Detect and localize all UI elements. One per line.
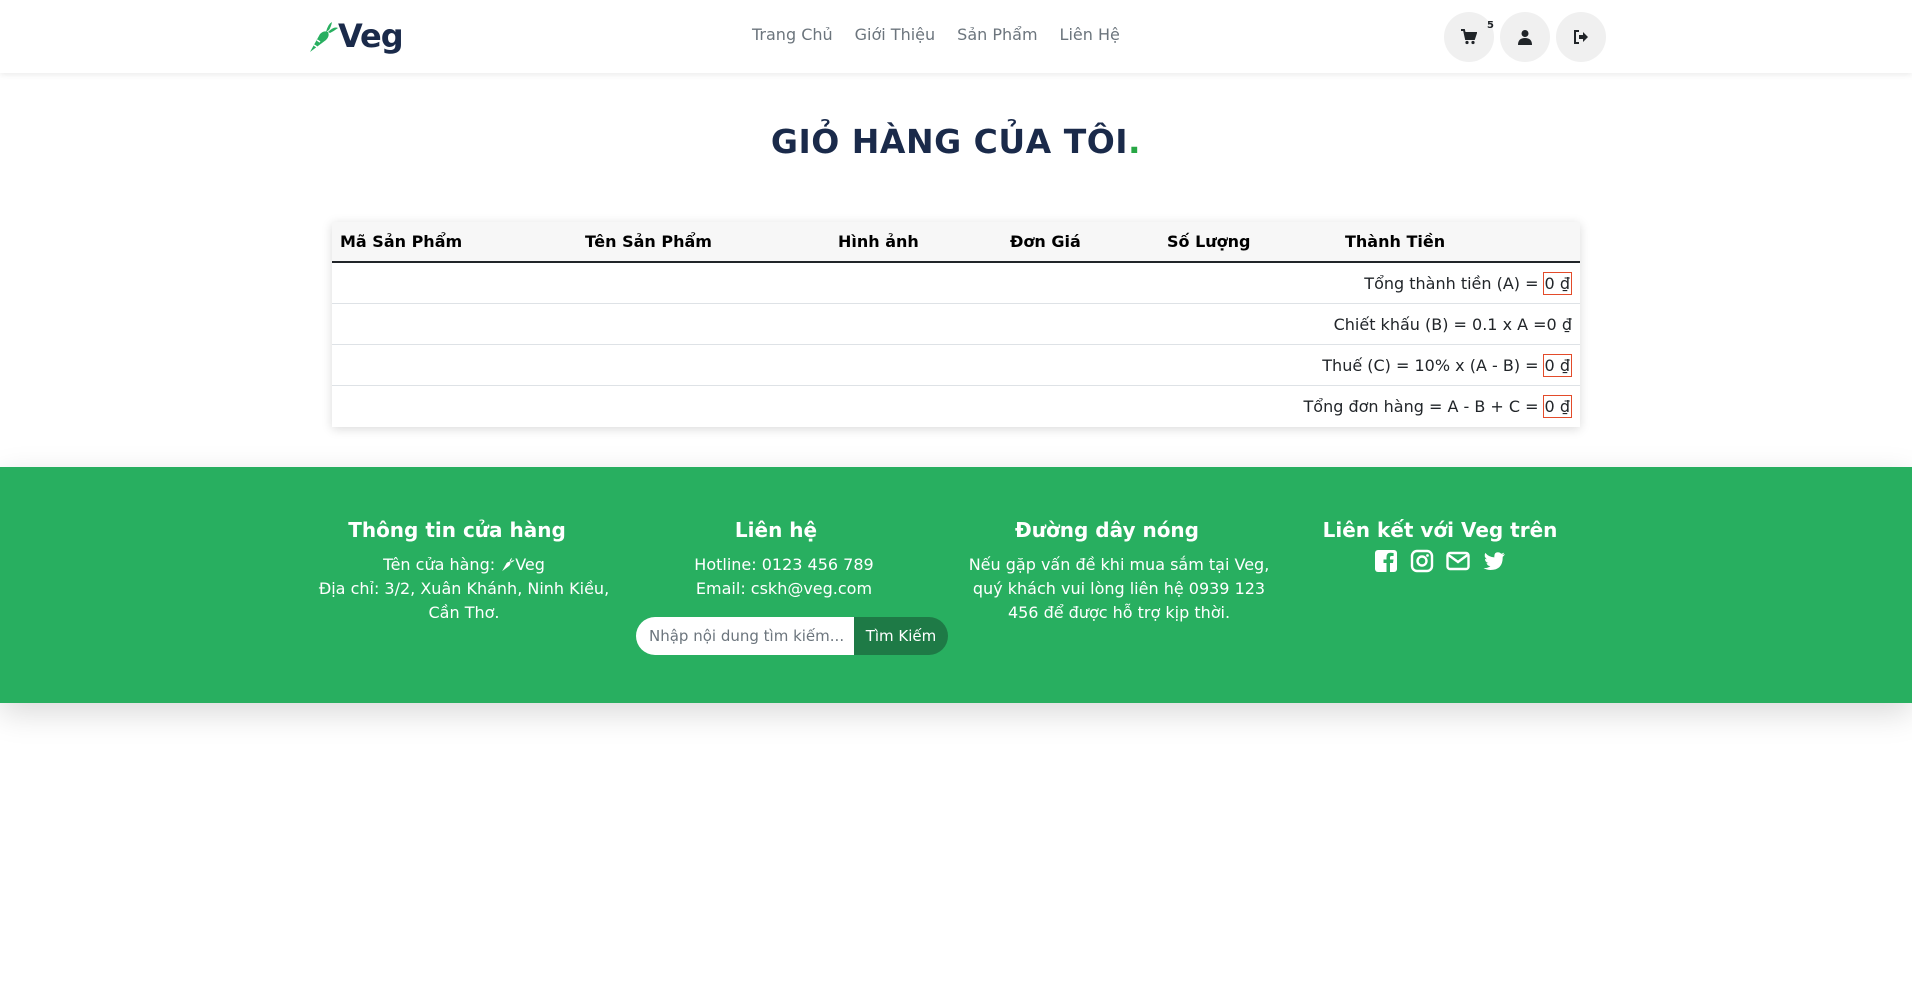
subtotal-row: Tổng thành tiền (A) = 0 ₫: [332, 263, 1580, 304]
subtotal-value: 0 ₫: [1542, 271, 1572, 295]
column-header-product-code: Mã Sản Phẩm: [340, 232, 463, 251]
column-header-quantity: Số Lượng: [1167, 232, 1251, 251]
total-label: Tổng đơn hàng = A - B + C =: [1303, 397, 1539, 416]
site-footer: Thông tin cửa hàng Tên cửa hàng: Veg Địa…: [0, 467, 1912, 703]
footer-store-heading: Thông tin cửa hàng: [348, 518, 566, 542]
logout-button[interactable]: [1556, 12, 1606, 62]
page-title: GIỎ HÀNG CỦA TÔI.: [0, 122, 1912, 161]
cart-button[interactable]: 5: [1444, 12, 1494, 62]
footer-hotline-text: Nếu gặp vấn đề khi mua sắm tại Veg, quý …: [968, 555, 1270, 622]
tax-label: Thuế (C) = 10% x (A - B) =: [1322, 355, 1539, 375]
site-header: Veg Trang Chủ Giới Thiệu Sản Phẩm Liên H…: [0, 0, 1912, 73]
cart-table: Mã Sản Phẩm Tên Sản Phẩm Hình ảnh Đơn Gi…: [332, 222, 1580, 427]
account-button[interactable]: [1500, 12, 1550, 62]
footer-search: Tìm Kiếm: [636, 617, 948, 655]
column-header-amount: Thành Tiền: [1345, 232, 1446, 251]
carrot-logo-icon: [310, 22, 338, 52]
discount-row: Chiết khấu (B) = 0.1 x A =0 ₫: [332, 304, 1580, 345]
footer-email[interactable]: Email: cskh@veg.com: [636, 577, 932, 601]
column-header-unit-price: Đơn Giá: [1010, 232, 1081, 251]
page-title-text: GIỎ HÀNG CỦA TÔI: [770, 122, 1129, 161]
nav-item-products[interactable]: Sản Phẩm: [957, 25, 1037, 44]
total-row: Tổng đơn hàng = A - B + C = 0 ₫: [332, 386, 1580, 427]
nav-item-home[interactable]: Trang Chủ: [752, 25, 833, 44]
footer-contact: Liên hệ Hotline: 0123 456 789 Email: csk…: [636, 517, 932, 601]
tax-row: Thuế (C) = 10% x (A - B) = 0 ₫: [332, 345, 1580, 386]
page-title-dot: .: [1128, 122, 1142, 161]
total-value: 0 ₫: [1542, 395, 1572, 418]
cart-count-badge: 5: [1487, 20, 1494, 31]
search-input[interactable]: [636, 617, 854, 655]
logout-icon: [1574, 30, 1588, 44]
footer-social-heading: Liên kết với Veg trên: [1322, 518, 1558, 542]
subtotal-label: Tổng thành tiền (A) =: [1364, 273, 1539, 293]
user-icon: [1518, 30, 1532, 45]
footer-contact-heading: Liên hệ: [734, 518, 818, 542]
footer-hotline-info: Đường dây nóng Nếu gặp vấn đề khi mua sắ…: [964, 517, 1274, 625]
column-header-product-name: Tên Sản Phẩm: [585, 232, 712, 251]
cart-icon: [1461, 29, 1477, 45]
footer-hotline-heading: Đường dây nóng: [1015, 518, 1199, 542]
store-name-value: Veg: [515, 555, 545, 574]
footer-store-name: Tên cửa hàng: Veg: [316, 553, 612, 577]
instagram-icon[interactable]: [1410, 549, 1434, 573]
footer-social: Liên kết với Veg trên: [1290, 517, 1590, 573]
search-button[interactable]: Tìm Kiếm: [854, 617, 948, 655]
main-nav: Trang Chủ Giới Thiệu Sản Phẩm Liên Hệ: [752, 25, 1120, 44]
footer-store-info: Thông tin cửa hàng Tên cửa hàng: Veg Địa…: [316, 517, 612, 625]
table-header: Mã Sản Phẩm Tên Sản Phẩm Hình ảnh Đơn Gi…: [332, 222, 1580, 263]
store-name-label: Tên cửa hàng:: [383, 555, 496, 574]
nav-item-about[interactable]: Giới Thiệu: [855, 25, 936, 44]
brand-name: Veg: [338, 17, 404, 55]
footer-hotline: Hotline: 0123 456 789: [694, 555, 874, 574]
facebook-icon[interactable]: [1374, 549, 1398, 573]
carrot-small-icon: [502, 557, 515, 572]
social-links: [1290, 549, 1590, 573]
envelope-icon[interactable]: [1446, 549, 1470, 573]
twitter-icon[interactable]: [1482, 549, 1506, 573]
logo[interactable]: Veg: [306, 16, 404, 56]
tax-value: 0 ₫: [1542, 353, 1572, 377]
footer-store-address: Địa chỉ: 3/2, Xuân Khánh, Ninh Kiều, Cần…: [318, 579, 610, 622]
column-header-image: Hình ảnh: [838, 232, 919, 251]
discount-label: Chiết khấu (B) = 0.1 x A =0 ₫: [1333, 314, 1572, 334]
nav-item-contact[interactable]: Liên Hệ: [1060, 25, 1120, 44]
